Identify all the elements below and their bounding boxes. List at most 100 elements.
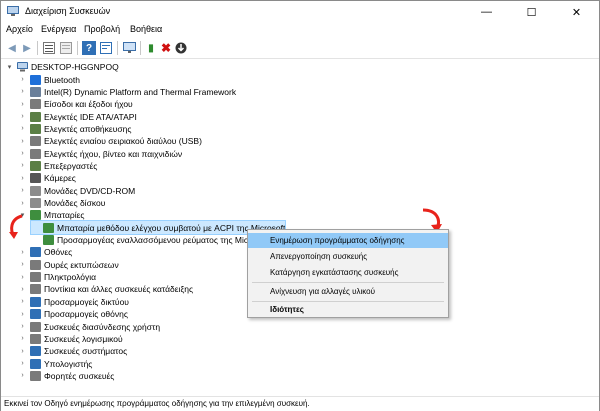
tree-item-print-queues[interactable]: › Ουρές εκτυπώσεων [18, 258, 119, 271]
close-button[interactable]: ✕ [554, 1, 599, 23]
scan-hardware-icon[interactable] [122, 41, 136, 55]
display-adapters-icon [30, 309, 41, 320]
expand-icon[interactable]: › [18, 147, 27, 160]
bluetooth-icon [30, 74, 41, 85]
tree-item-dvd-drives[interactable]: › Μονάδες DVD/CD-ROM [18, 184, 135, 197]
menu-help[interactable]: Βοήθεια [130, 24, 162, 34]
properties-icon[interactable] [99, 41, 113, 55]
device-tree: ▾ DESKTOP-HGGNPOQ › Bluetooth › Intel(R) Dy… [1, 59, 599, 393]
computer-icon [30, 358, 41, 369]
tree-item-disk-drives[interactable]: › Μονάδες δίσκου [18, 197, 105, 210]
expand-icon[interactable]: › [18, 159, 27, 172]
scan-hardware-menu-item[interactable]: Ανίχνευση για αλλαγές υλικού [248, 284, 448, 299]
tree-item-mice[interactable]: › Ποντίκια και άλλες συσκευές κατάδειξης [18, 283, 193, 296]
tree-item-usb-controllers[interactable]: › Ελεγκτές ενιαίου σειριακού διαύλου (USB… [18, 135, 202, 148]
expand-icon[interactable]: › [18, 283, 27, 296]
expand-icon[interactable]: › [18, 110, 27, 123]
tree-item-display-adapters[interactable]: › Προσαρμογείς οθόνης [18, 308, 128, 321]
status-bar: Εκκινεί τον Οδηγό ενημέρωσης προγράμματο… [1, 396, 599, 411]
uninstall-device-menu-item[interactable]: Κατάργηση εγκατάστασης συσκευής [248, 265, 448, 280]
expand-icon[interactable]: › [18, 98, 27, 111]
expand-icon[interactable]: › [18, 197, 27, 210]
hid-devices-icon [30, 321, 41, 332]
menu-view[interactable]: Προβολή [84, 24, 120, 34]
expand-icon[interactable]: › [18, 122, 27, 135]
tree-item-portable-devices[interactable]: › Φορητές συσκευές [18, 369, 114, 382]
expand-icon[interactable]: › [18, 271, 27, 284]
add-driver-icon[interactable]: ▮ [144, 41, 158, 55]
expand-icon[interactable]: › [18, 369, 27, 382]
device-manager-icon [7, 6, 19, 16]
collapse-icon[interactable]: ▾ [5, 60, 14, 73]
storage-controllers-icon [30, 123, 41, 134]
expand-icon[interactable]: › [18, 184, 27, 197]
back-icon[interactable]: ◀ [5, 41, 19, 55]
list-view-icon[interactable] [59, 41, 73, 55]
expand-icon[interactable]: › [18, 258, 27, 271]
tree-view-icon[interactable] [42, 41, 56, 55]
tree-item-software-devices[interactable]: › Συσκευές λογισμικού [18, 332, 123, 345]
minimize-button[interactable]: — [464, 1, 509, 23]
ide-ata-icon [30, 111, 41, 122]
tree-item-ac-adapter[interactable]: Προσαρμογέας εναλλασσόμενου ρεύματος της… [31, 234, 248, 247]
menu-action[interactable]: Ενέργεια [41, 24, 76, 34]
expand-icon[interactable]: › [18, 295, 27, 308]
disable-device-menu-item[interactable]: Απενεργοποίηση συσκευής [248, 249, 448, 264]
tree-item-ide-ata[interactable]: › Ελεγκτές IDE ATA/ATAPI [18, 110, 137, 123]
acpi-battery-icon [43, 222, 54, 233]
expand-icon[interactable]: › [18, 246, 27, 259]
keyboards-icon [30, 272, 41, 283]
tree-item-network-adapters[interactable]: › Προσαρμογείς δικτύου [18, 295, 129, 308]
help-icon[interactable]: ? [82, 41, 96, 55]
audio-io-icon [30, 99, 41, 110]
expand-icon[interactable]: › [18, 73, 27, 86]
update-driver-icon[interactable] [174, 41, 188, 55]
expand-icon[interactable]: › [18, 345, 27, 358]
device-manager-window: Διαχείριση Συσκευών — ☐ ✕ Αρχείο Ενέργει… [0, 0, 600, 411]
sound-video-icon [30, 148, 41, 159]
tree-item-batteries[interactable]: ▾ Μπαταρίες [18, 209, 85, 222]
tree-item-hid-devices[interactable]: › Συσκευές διασύνδεσης χρήστη [18, 320, 160, 333]
intel-dptf-icon [30, 86, 41, 97]
tree-item-audio-io[interactable]: › Είσοδοι και έξοδοι ήχου [18, 98, 133, 111]
processors-icon [30, 160, 41, 171]
tree-item-sound-video[interactable]: › Ελεγκτές ήχου, βίντεο και παιχνιδιών [18, 147, 182, 160]
context-menu: Ενημέρωση προγράμματος οδήγησης Απενεργο… [247, 229, 449, 318]
expand-icon[interactable]: › [18, 85, 27, 98]
expand-icon[interactable]: › [18, 320, 27, 333]
tree-item-computer[interactable]: › Υπολογιστής [18, 357, 92, 370]
forward-icon[interactable]: ▶ [20, 41, 34, 55]
update-driver-menu-item[interactable]: Ενημέρωση προγράμματος οδήγησης [248, 233, 448, 248]
menu-file[interactable]: Αρχείο [6, 24, 33, 34]
title-bar: Διαχείριση Συσκευών — ☐ ✕ [1, 1, 599, 23]
window-title: Διαχείριση Συσκευών [25, 6, 111, 16]
computer-icon [17, 61, 28, 71]
batteries-icon [30, 210, 41, 221]
expand-icon[interactable]: › [18, 308, 27, 321]
usb-controllers-icon [30, 136, 41, 147]
tree-item-bluetooth[interactable]: › Bluetooth [18, 73, 80, 86]
expand-icon[interactable]: › [18, 357, 27, 370]
tree-item-storage-controllers[interactable]: › Ελεγκτές αποθήκευσης [18, 122, 131, 135]
tree-item-monitors[interactable]: › Οθόνες [18, 246, 72, 259]
tree-item-keyboards[interactable]: › Πληκτρολόγια [18, 271, 96, 284]
maximize-button[interactable]: ☐ [509, 1, 554, 23]
tree-item-system-devices[interactable]: › Συσκευές συστήματος [18, 345, 127, 358]
dvd-drives-icon [30, 185, 41, 196]
tree-root[interactable]: ▾ DESKTOP-HGGNPOQ [5, 60, 119, 73]
system-devices-icon [30, 346, 41, 357]
mice-icon [30, 284, 41, 295]
red-arrow-icon [9, 214, 23, 239]
tree-item-cameras[interactable]: › Κάμερες [18, 172, 76, 185]
expand-icon[interactable]: › [18, 172, 27, 185]
monitors-icon [30, 247, 41, 258]
uninstall-icon[interactable]: ✖ [159, 41, 173, 55]
portable-devices-icon [30, 370, 41, 381]
tree-item-intel-dptf[interactable]: › Intel(R) Dynamic Platform and Thermal F… [18, 85, 236, 98]
tree-item-processors[interactable]: › Επεξεργαστές [18, 159, 97, 172]
properties-menu-item[interactable]: Ιδιότητες [248, 302, 448, 317]
expand-icon[interactable]: › [18, 332, 27, 345]
menu-separator [252, 282, 444, 283]
ac-adapter-icon [43, 235, 54, 246]
expand-icon[interactable]: › [18, 135, 27, 148]
